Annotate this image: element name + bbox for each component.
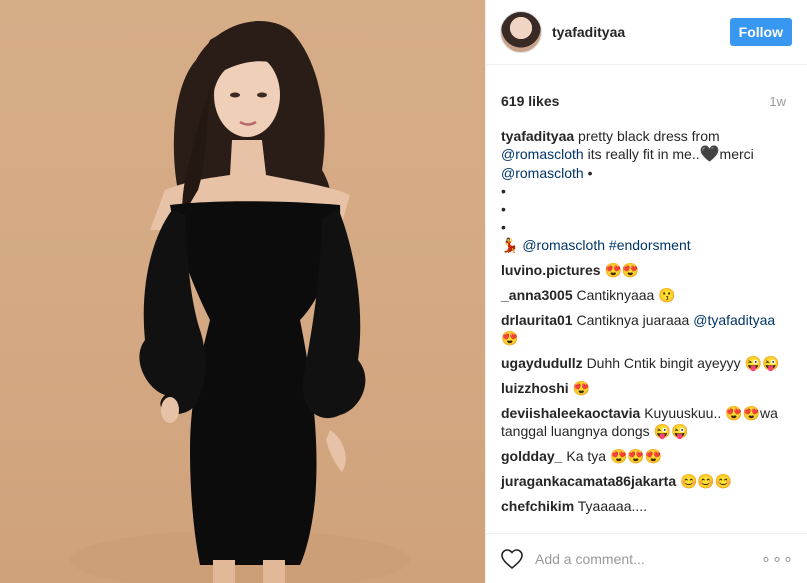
caption-dot: •: [501, 201, 506, 217]
comment-username[interactable]: chefchikim: [501, 498, 574, 514]
comment-item: luizzhoshi 😍: [501, 379, 792, 397]
comment-mention[interactable]: @tyafadityaa: [693, 312, 775, 328]
caption-tag[interactable]: @romascloth: [522, 237, 605, 253]
heart-icon[interactable]: [500, 547, 524, 571]
likes-count[interactable]: 619 likes: [501, 93, 559, 109]
more-options-icon[interactable]: ∘∘∘: [761, 549, 794, 569]
caption-dot: •: [501, 219, 506, 235]
comment-text: 😍😍: [604, 262, 640, 278]
comment-username[interactable]: luvino.pictures: [501, 262, 601, 278]
comment-text: Ka tya 😍😍😍: [566, 448, 663, 464]
heart-emoji: 🖤: [699, 146, 720, 163]
caption-hashtag[interactable]: #endorsment: [609, 237, 691, 253]
comment-username[interactable]: _anna3005: [501, 287, 573, 303]
comment-item: _anna3005 Cantiknyaaa 😗: [501, 286, 792, 304]
caption-text: its really fit in me..: [587, 146, 700, 162]
comment-text: Cantiknya juaraaa: [576, 312, 690, 328]
caption-dot: •: [501, 183, 506, 199]
woman-in-black-dress-image: [70, 21, 410, 583]
comment-username[interactable]: luizzhoshi: [501, 380, 569, 396]
comment-username[interactable]: juragankacamata86jakarta: [501, 473, 676, 489]
comment-item: luvino.pictures 😍😍: [501, 261, 792, 279]
comment-username[interactable]: ugaydudullz: [501, 355, 583, 371]
caption: tyafadityaa pretty black dress from @rom…: [501, 127, 792, 254]
comment-emoji: 😍: [501, 330, 519, 346]
comment-text: Duhh Cntik bingit ayeyyy 😜😜: [586, 355, 780, 371]
caption-text: merci: [719, 146, 754, 162]
post-photo[interactable]: [0, 0, 485, 583]
follow-button[interactable]: Follow: [729, 18, 792, 46]
caption-mention[interactable]: @romascloth: [501, 146, 584, 162]
comment-item: drlaurita01 Cantiknya juaraaa @tyafadity…: [501, 311, 792, 347]
comment-username[interactable]: deviishaleekaoctavia: [501, 405, 640, 421]
caption-bullet: •: [587, 165, 593, 181]
caption-mention[interactable]: @romascloth: [501, 165, 584, 181]
comment-text: 😍: [572, 380, 590, 396]
username-link[interactable]: tyafadityaa: [552, 24, 730, 40]
post-time[interactable]: 1w: [769, 94, 786, 109]
post-footer: Add a comment... ∘∘∘: [486, 533, 807, 583]
comment-username[interactable]: drlaurita01: [501, 312, 573, 328]
comment-item: goldday_ Ka tya 😍😍😍: [501, 447, 792, 465]
post-header: tyafadityaa Follow: [486, 0, 807, 65]
comment-username[interactable]: goldday_: [501, 448, 562, 464]
comment-item: ugaydudullz Duhh Cntik bingit ayeyyy 😜😜: [501, 354, 792, 372]
dancer-emoji: 💃: [501, 237, 519, 253]
add-comment-input[interactable]: Add a comment...: [535, 551, 761, 567]
caption-username[interactable]: tyafadityaa: [501, 128, 574, 144]
comment-text: Tyaaaaa....: [577, 498, 648, 514]
comment-text: Cantiknyaaa 😗: [576, 287, 676, 303]
comment-item: chefchikim Tyaaaaa....: [501, 497, 792, 515]
avatar[interactable]: [500, 11, 542, 53]
comment-item: juragankacamata86jakarta 😊😊😊: [501, 472, 792, 490]
comments-list: tyafadityaa pretty black dress from @rom…: [486, 127, 807, 517]
comment-item: deviishaleekaoctavia Kuyuuskuu.. 😍😍wa ta…: [501, 404, 792, 440]
post-side-panel: tyafadityaa Follow 619 likes 1w tyafadit…: [485, 0, 807, 583]
caption-text: pretty black dress from: [578, 128, 720, 144]
comment-text: 😊😊😊: [680, 473, 733, 489]
